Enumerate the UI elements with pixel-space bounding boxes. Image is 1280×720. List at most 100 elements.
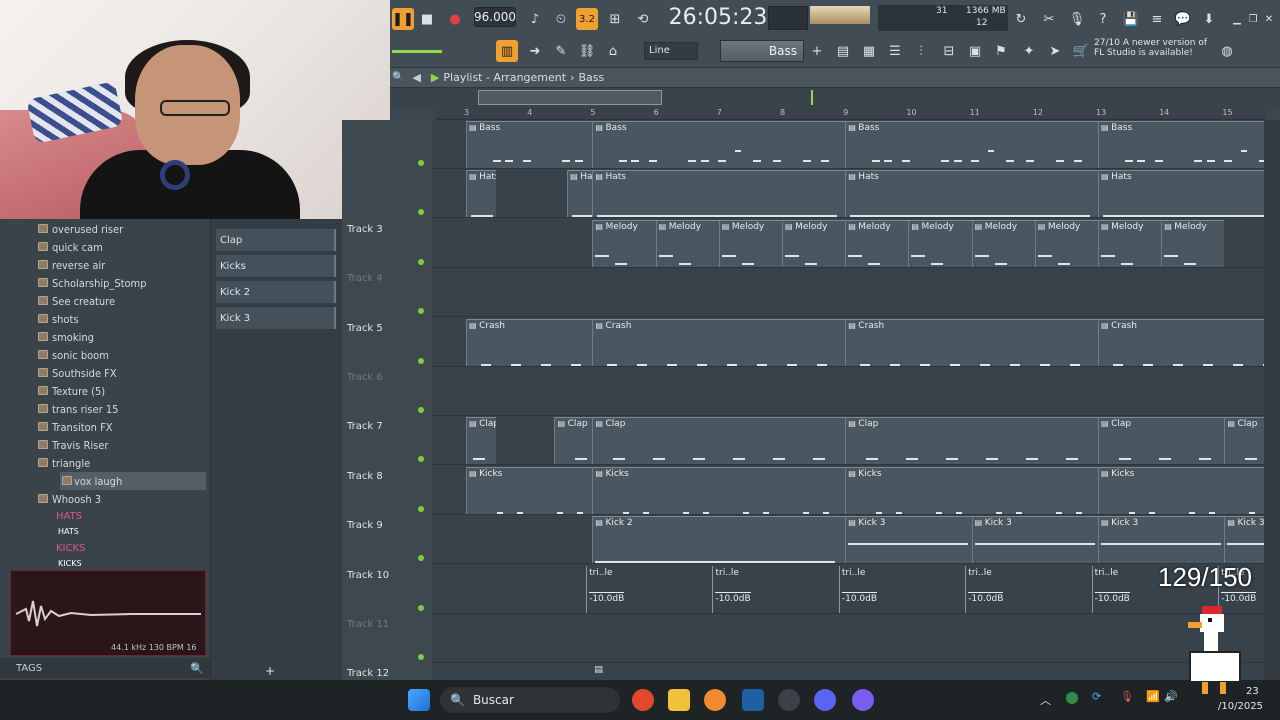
sync-icon[interactable]: ⟳ (1092, 690, 1101, 703)
automation-clip[interactable]: tri..le -10.0dB (712, 565, 834, 613)
typing-keyboard-icon[interactable]: ▥ (496, 40, 518, 62)
clock-date[interactable]: /10/2025 (1218, 701, 1263, 712)
track-mute-led[interactable] (418, 407, 424, 413)
track-lane[interactable] (432, 614, 1264, 663)
automation-clip[interactable]: tri..le -10.0dB (838, 565, 961, 613)
stamp-icon[interactable]: ⌂ (602, 40, 624, 62)
pattern-clip[interactable]: Clap (554, 417, 593, 465)
piano-roll-icon[interactable]: ▦ (858, 40, 880, 62)
taskbar-search[interactable]: 🔍 Buscar (440, 687, 620, 713)
track-name[interactable]: Track 5 (347, 323, 383, 334)
tray-app-icon[interactable] (1066, 692, 1078, 704)
cut-icon[interactable]: ✂ (1038, 8, 1060, 30)
pattern-clip[interactable]: Kicks (1098, 466, 1264, 514)
clip-stub-icon[interactable]: ▤ (594, 665, 603, 675)
add-track-icon[interactable]: + (265, 664, 275, 678)
track-mute-led[interactable] (418, 604, 424, 611)
download-icon[interactable]: ⬇ (1198, 8, 1220, 30)
pattern-step-button[interactable]: 3.2 (576, 8, 598, 30)
pattern-clip[interactable]: Melody (718, 219, 782, 267)
mic-tray-icon[interactable]: 🎙 (1120, 690, 1134, 703)
app-icon[interactable] (852, 689, 874, 711)
vertical-scrollbar[interactable] (1264, 120, 1280, 680)
file-explorer-icon[interactable] (668, 689, 690, 711)
track-lane[interactable] (432, 367, 1264, 416)
picker-item[interactable]: Clap (216, 229, 336, 251)
discord-icon[interactable] (814, 689, 836, 711)
track-name[interactable]: Track 3 (347, 224, 383, 235)
track-mute-led[interactable] (418, 654, 424, 660)
record-icon[interactable]: ● (444, 8, 466, 30)
track-name[interactable]: Track 7 (347, 421, 383, 432)
tray-chevron-icon[interactable]: ︿ (1040, 692, 1051, 708)
speaker-icon[interactable]: ◀ (412, 71, 420, 84)
pattern-clip[interactable]: Kicks (592, 466, 846, 514)
automation-clip[interactable]: tri..le -10.0dB (965, 565, 1087, 613)
playlist-navigation[interactable] (390, 88, 1280, 108)
pattern-clip[interactable]: Melody (1098, 219, 1162, 267)
pattern-clip[interactable]: Clap (466, 417, 496, 465)
timeline-ruler[interactable]: 3 4 5 6 7 8 9 10 11 12 13 14 15 (436, 108, 1266, 120)
browser-item[interactable]: See creature (38, 292, 115, 310)
help-icon[interactable]: ? (1092, 8, 1114, 30)
automation-clip[interactable]: tri..le -10.0dB (586, 565, 708, 613)
mixer-view-icon[interactable]: ⫶ (910, 40, 932, 62)
pattern-clip[interactable]: Melody (782, 219, 846, 267)
vegas-icon[interactable] (742, 689, 764, 711)
loop-record-icon[interactable]: ⟲ (632, 8, 654, 30)
playlist-grid[interactable]: BassBassBassBassHatsHatsHatsHatsHatsMelo… (432, 120, 1264, 680)
obs-icon[interactable] (778, 689, 800, 711)
step-edit-icon[interactable]: ⊞ (604, 8, 626, 30)
pattern-clip[interactable]: Kick 3 (971, 516, 1098, 564)
track-mute-led[interactable] (418, 357, 424, 364)
browser-item[interactable]: reverse air (38, 256, 105, 274)
brave-browser-icon[interactable] (632, 689, 654, 711)
pattern-clip[interactable]: Melody (1034, 219, 1098, 267)
picker-item[interactable]: Kick 2 (216, 281, 336, 303)
mic-icon[interactable]: 🎙 (1066, 8, 1088, 30)
pattern-clip[interactable]: Crash (466, 318, 593, 366)
pattern-clip[interactable]: Hats (1098, 170, 1264, 218)
globe-icon[interactable]: ◍ (1216, 40, 1238, 62)
project-icon[interactable]: ▣ (964, 40, 986, 62)
chat-icon[interactable]: 💬 (1172, 8, 1194, 30)
pattern-clip[interactable]: Crash (845, 318, 1098, 366)
browser-item[interactable]: triangle (38, 454, 90, 472)
track-mute-led[interactable] (418, 160, 424, 166)
arrow-icon[interactable]: ➜ (524, 40, 546, 62)
pattern-clip[interactable]: Bass (592, 121, 846, 168)
track-name[interactable]: Track 9 (347, 520, 383, 531)
track-name[interactable]: Track 11 (347, 619, 389, 630)
track-name[interactable]: Track 6 (347, 372, 383, 383)
shop-icon[interactable]: 🛒 (1070, 40, 1092, 62)
track-name[interactable]: Track 4 (347, 273, 383, 284)
wifi-icon[interactable]: 📶 (1146, 690, 1160, 703)
browser-item[interactable]: Whoosh 3 (38, 490, 101, 508)
track-mute-led[interactable] (418, 258, 424, 265)
plugin-icon[interactable]: ⚑ (990, 40, 1012, 62)
pattern-clip[interactable]: Kicks (466, 466, 593, 514)
pattern-clip[interactable]: Kick 3 (1098, 516, 1225, 564)
browser-item[interactable]: Texture (5) (38, 382, 105, 400)
search-icon[interactable]: 🔍 (392, 72, 404, 83)
pattern-selector[interactable]: Bass (720, 40, 804, 62)
pattern-clip[interactable]: Melody (592, 219, 656, 267)
pattern-clip[interactable]: Hats (592, 170, 846, 218)
metronome-icon[interactable]: ♪ (524, 8, 546, 30)
volume-icon[interactable]: 🔊 (1164, 690, 1178, 703)
pattern-clip[interactable]: Hats (466, 170, 496, 218)
folder-kicks[interactable]: KICKS (56, 543, 85, 554)
close-icon[interactable]: ✕ (1258, 8, 1280, 30)
song-time-display[interactable]: 26:05:23 (669, 4, 768, 30)
browser-icon[interactable]: ⊟ (938, 40, 960, 62)
browser-item[interactable]: smoking (38, 328, 94, 346)
pattern-clip[interactable]: Bass (1098, 121, 1264, 168)
browser-item[interactable]: Travis Riser (38, 436, 108, 454)
pattern-clip[interactable]: Kick 2 (592, 516, 846, 564)
undo-icon[interactable]: ↻ (1010, 8, 1032, 30)
pattern-clip[interactable]: Hats (845, 170, 1098, 218)
pattern-clip[interactable]: Kick 3 (845, 516, 972, 564)
pattern-clip[interactable]: Melody (908, 219, 972, 267)
browser-item[interactable]: sonic boom (38, 346, 109, 364)
picker-item[interactable]: Kicks (216, 255, 336, 277)
